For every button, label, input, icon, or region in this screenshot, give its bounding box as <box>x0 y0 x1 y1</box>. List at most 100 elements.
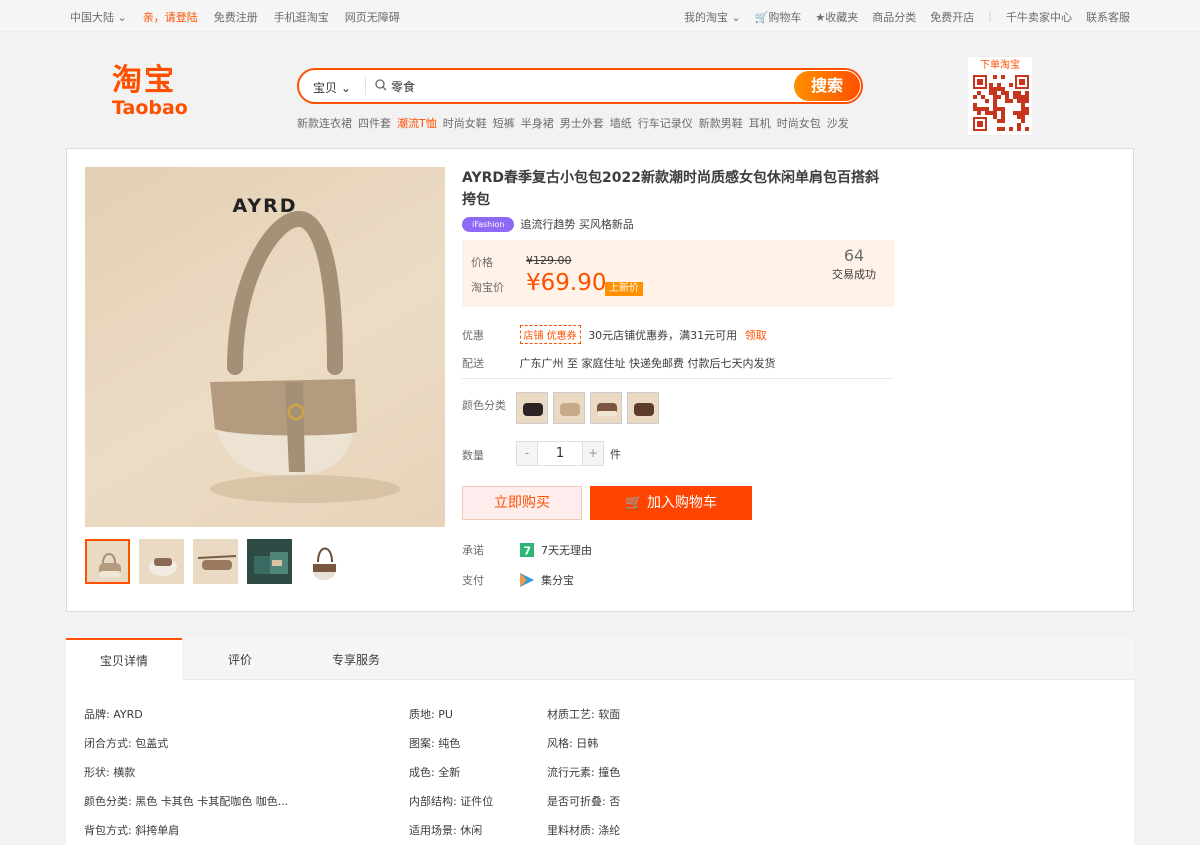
tab-services[interactable]: 专享服务 <box>298 638 414 680</box>
hot-keyword[interactable]: 四件套 <box>358 115 391 131</box>
open-store-link[interactable]: 免费开店 <box>930 9 974 25</box>
top-bar-right: 我的淘宝 ⌄ 🛒购物车 ★收藏夹 商品分类 免费开店 | 千牛卖家中心 联系客服 <box>684 9 1130 25</box>
attribute-item: 风格: 日韩 <box>547 737 599 750</box>
product-main-image[interactable]: AYRD <box>85 167 445 527</box>
coupon-text: 30元店铺优惠券，满31元可用 <box>588 329 738 342</box>
thumbnail[interactable] <box>139 539 184 584</box>
qr-code-box[interactable]: 下单淘宝 <box>967 56 1033 136</box>
attribute-item: 里料材质: 涤纶 <box>547 824 621 837</box>
search-button[interactable]: 搜索 <box>794 71 860 101</box>
attribute-item: 内部结构: 证件位 <box>409 795 494 808</box>
shipping-text: 广东广州 至 家庭住址 快递免邮费 付款后七天内发货 <box>519 357 776 370</box>
mobile-link[interactable]: 手机逛淘宝 <box>274 9 329 25</box>
swatch-bag-icon <box>597 403 617 416</box>
buy-now-button[interactable]: 立即购买 <box>462 486 582 520</box>
cart-icon: 🛒 <box>754 11 769 24</box>
color-label-row: 颜色分类 <box>462 399 506 412</box>
quantity-increase-button[interactable]: + <box>582 441 604 466</box>
quantity-unit: 件 <box>610 447 621 461</box>
color-swatch[interactable] <box>516 392 548 424</box>
favorites-link[interactable]: ★收藏夹 <box>815 9 858 25</box>
hot-keyword[interactable]: 沙发 <box>827 115 849 131</box>
header: 淘宝 Taobao 宝贝 ⌄ 搜索 新款连衣裙四件套潮流T恤时尚女鞋短裤半身裙男… <box>0 33 1200 148</box>
attribute-item: 适用场景: 休闲 <box>409 824 483 837</box>
quantity-input[interactable]: 1 <box>538 441 582 466</box>
hot-keyword[interactable]: 潮流T恤 <box>397 115 437 131</box>
jifenbao-icon <box>519 573 534 587</box>
swatch-bag-icon <box>560 403 580 416</box>
price-badge: 上新价 <box>605 282 643 296</box>
claim-coupon-link[interactable]: 领取 <box>745 329 767 342</box>
my-taobao-menu[interactable]: 我的淘宝 ⌄ <box>684 9 741 25</box>
tab-details[interactable]: 宝贝详情 <box>66 638 182 681</box>
cart-link[interactable]: 🛒购物车 <box>755 9 802 25</box>
hot-keywords: 新款连衣裙 四件套 潮流T恤 时尚女鞋 短裤 半身裙 男士外套 墙纸 行车记录仪 新款男鞋 耳机 时尚… <box>297 115 849 131</box>
login-link[interactable]: 亲，请登陆 <box>143 9 198 25</box>
bag-illustration <box>210 211 400 503</box>
swatch-bag-icon <box>523 403 543 416</box>
product-attributes: 品牌: AYRD 质地: PU 材质工艺: 软面 闭合方式: 包盖式 图案: 纯色 风格:… <box>66 680 1134 845</box>
bag-thumb-icon <box>99 553 121 578</box>
thumbnail[interactable] <box>247 539 292 584</box>
color-swatch[interactable] <box>590 392 622 424</box>
svg-text:7: 7 <box>523 545 531 558</box>
price-box: 价格 ¥129.00 淘宝价 ¥69.90 上新价 64 交易成功 <box>462 240 894 307</box>
shipping-row: 配送 广东广州 至 家庭住址 快递免邮费 付款后七天内发货 <box>462 357 776 370</box>
price-label: 价格 <box>471 256 493 269</box>
attribute-item: 质地: PU <box>409 708 453 721</box>
bag-thumb-icon <box>197 555 237 570</box>
ifashion-badge[interactable]: iFashion <box>462 216 515 232</box>
attribute-item: 闭合方式: 包盖式 <box>84 737 169 750</box>
region-selector[interactable]: 中国大陆 ⌄ <box>70 9 127 25</box>
tab-reviews[interactable]: 评价 <box>182 638 298 680</box>
hot-keyword[interactable]: 男士外套 <box>560 115 604 131</box>
hot-keyword[interactable]: 半身裙 <box>521 115 554 131</box>
categories-link[interactable]: 商品分类 <box>872 9 916 25</box>
hot-keyword[interactable]: 墙纸 <box>610 115 632 131</box>
hot-keyword[interactable]: 短裤 <box>493 115 515 131</box>
add-to-cart-button[interactable]: 🛒 加入购物车 <box>590 486 752 520</box>
hot-keyword[interactable]: 时尚女包 <box>777 115 821 131</box>
hot-keyword[interactable]: 新款男鞋 <box>699 115 743 131</box>
current-price: ¥69.90 <box>526 270 607 296</box>
coupon-tag[interactable]: 店铺 优惠券 <box>519 325 581 344</box>
thumbnail[interactable] <box>301 539 346 584</box>
quantity-label-row: 数量 <box>462 449 484 462</box>
tag-text: 追流行趋势 买风格新品 <box>520 218 634 231</box>
hot-keyword[interactable]: 耳机 <box>749 115 771 131</box>
taobao-logo[interactable]: 淘宝 Taobao <box>112 65 192 125</box>
register-link[interactable]: 免费注册 <box>214 9 258 25</box>
attribute-item: 成色: 全新 <box>409 766 461 779</box>
top-bar: 中国大陆 ⌄ 亲，请登陆 免费注册 手机逛淘宝 网页无障碍 我的淘宝 ⌄ 🛒购物… <box>0 0 1200 32</box>
color-swatch[interactable] <box>553 392 585 424</box>
tag-row: iFashion 追流行趋势 买风格新品 <box>462 216 634 232</box>
top-bar-left: 中国大陆 ⌄ 亲，请登陆 免费注册 手机逛淘宝 网页无障碍 <box>70 9 400 25</box>
hot-keyword[interactable]: 行车记录仪 <box>638 115 693 131</box>
thumbnail[interactable] <box>85 539 130 584</box>
search-bar: 宝贝 ⌄ 搜索 <box>297 68 863 104</box>
divider <box>365 77 366 95</box>
color-swatch[interactable] <box>627 392 659 424</box>
separator: | <box>988 9 992 22</box>
divider <box>462 378 894 379</box>
seller-center-link[interactable]: 千牛卖家中心 <box>1006 9 1072 25</box>
attribute-item: 背包方式: 斜挎单肩 <box>84 824 180 837</box>
attribute-item: 品牌: AYRD <box>84 708 143 721</box>
thumbnail[interactable] <box>193 539 238 584</box>
attribute-item: 形状: 横款 <box>84 766 136 779</box>
attribute-item: 颜色分类: 黑色 卡其色 卡其配咖色 咖色... <box>84 795 289 808</box>
service-link[interactable]: 联系客服 <box>1086 9 1130 25</box>
cart-icon: 🛒 <box>625 495 647 511</box>
hot-keyword[interactable]: 时尚女鞋 <box>443 115 487 131</box>
seven-day-return-icon: 7 <box>519 543 534 558</box>
search-input[interactable] <box>391 75 791 97</box>
search-icon <box>375 79 387 91</box>
gift-box-thumb-icon <box>254 552 288 574</box>
search-type-selector[interactable]: 宝贝 ⌄ <box>313 79 351 96</box>
taobao-price-label: 淘宝价 <box>471 281 504 294</box>
qr-code-icon <box>973 75 1029 131</box>
accessibility-link[interactable]: 网页无障碍 <box>345 9 400 25</box>
quantity-decrease-button[interactable]: - <box>516 441 538 466</box>
product-thumbnails <box>85 539 346 584</box>
hot-keyword[interactable]: 新款连衣裙 <box>297 115 352 131</box>
